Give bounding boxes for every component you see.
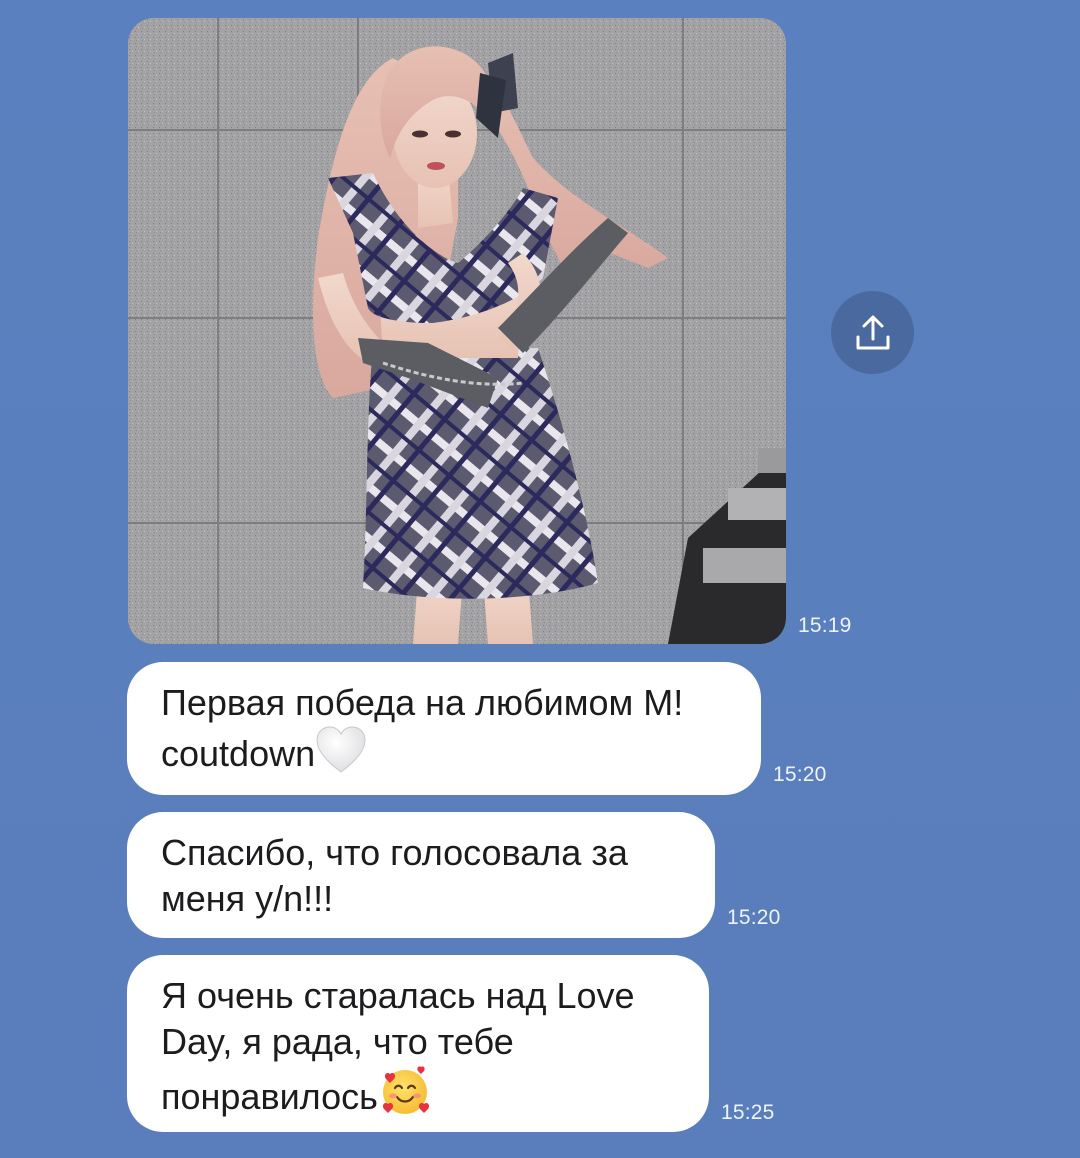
message-text: Я очень старалась над Love Day, я рада, … [161,955,675,1128]
timestamp: 15:25 [721,1101,775,1124]
message-line: Day, я рада, что тебе [161,1021,514,1062]
message-line: меня y/n!!! [161,878,334,919]
share-upload-icon [856,315,889,349]
message-bubble[interactable]: Первая победа на любимом M! coutdown [127,662,761,795]
message-line: Первая победа на любимом M! [161,682,684,723]
message-line: coutdown [161,733,316,774]
message-text: Первая победа на любимом M! coutdown [161,662,727,785]
white-heart-icon [315,726,367,785]
message-bubble[interactable]: Спасибо, что голосовала за меня y/n!!! [127,812,715,938]
photo-message[interactable] [128,18,786,644]
smiling-face-with-hearts-icon [378,1065,432,1128]
chat-area[interactable]: 15:19 Первая победа на любимом M! coutdo… [0,0,1080,1158]
message-line: Спасибо, что голосовала за [161,832,628,873]
message-text: Спасибо, что голосовала за меня y/n!!! [161,812,681,922]
message-line: понравилось [161,1076,378,1117]
message-line: Я очень старалась над Love [161,975,635,1016]
message-bubble[interactable]: Я очень старалась над Love Day, я рада, … [127,955,709,1132]
share-button[interactable] [831,291,914,374]
timestamp: 15:20 [773,763,827,786]
timestamp: 15:19 [798,614,852,637]
photo-image [128,18,786,644]
timestamp: 15:20 [727,906,781,929]
